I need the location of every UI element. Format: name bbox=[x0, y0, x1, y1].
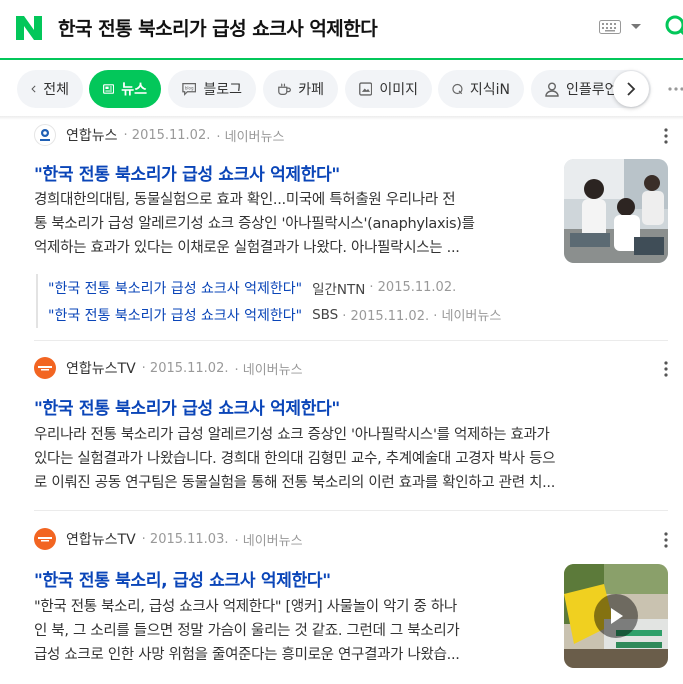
desc-line: 우리나라 전통 북소리가 급성 알레르기성 쇼크 증상인 '아나필락시스'를 억… bbox=[34, 427, 550, 443]
news-description[interactable]: "한국 전통 북소리, 급성 쇼크사 억제한다" [앵커] 사물놀이 악기 중 … bbox=[34, 595, 554, 667]
blog-icon: blog bbox=[182, 82, 197, 96]
more-options-icon[interactable] bbox=[664, 128, 668, 144]
kin-icon bbox=[452, 83, 463, 95]
source-logo-icon[interactable] bbox=[34, 124, 56, 146]
news-source-row: 연합뉴스TV · 2015.11.02. · 네이버뉴스 bbox=[34, 357, 303, 379]
related-meta: · 2015.11.02. bbox=[369, 280, 457, 295]
tab-news[interactable]: 뉴스 bbox=[89, 70, 161, 108]
naver-logo-icon[interactable] bbox=[16, 16, 42, 40]
person-icon bbox=[545, 82, 559, 97]
desc-line: 급성 쇼크로 인한 사망 위험을 줄여준다는 흥미로운 연구결과가 나왔습... bbox=[34, 647, 460, 663]
source-name[interactable]: 연합뉴스 bbox=[66, 125, 118, 145]
tabs-bottom-shadow bbox=[0, 116, 683, 120]
more-horizontal-icon[interactable] bbox=[667, 85, 683, 93]
news-title-link[interactable]: "한국 전통 북소리, 급성 쇼크사 억제한다" bbox=[34, 566, 331, 591]
news-source-row: 연합뉴스TV · 2015.11.03. · 네이버뉴스 bbox=[34, 528, 303, 550]
more-options-icon[interactable] bbox=[664, 361, 668, 377]
search-tabs: 전체 뉴스 blog 블로그 카페 이미지 지식iN 인플루언 bbox=[0, 70, 683, 110]
dropdown-caret-icon[interactable] bbox=[630, 23, 642, 31]
search-header: 한국 전통 북소리가 급성 쇼크사 억제한다 bbox=[0, 0, 683, 58]
related-source[interactable]: 일간NTN bbox=[312, 278, 365, 298]
image-icon bbox=[359, 82, 373, 96]
related-title-link[interactable]: "한국 전통 북소리가 급성 쇼크사 억제한다" bbox=[48, 278, 302, 298]
keyboard-icon[interactable] bbox=[599, 20, 621, 34]
publish-date: · 2015.11.02. bbox=[141, 360, 229, 376]
desc-line: 통 북소리가 급성 알레르기성 쇼크 증상인 '아나필락시스'(anaphyla… bbox=[34, 216, 475, 232]
header-divider bbox=[0, 58, 683, 60]
news-source-row: 연합뉴스 · 2015.11.02. · 네이버뉴스 bbox=[34, 124, 284, 146]
related-article-row: "한국 전통 북소리가 급성 쇼크사 억제한다" 일간NTN · 2015.11… bbox=[48, 274, 501, 301]
publish-date: · 2015.11.02. bbox=[123, 127, 211, 143]
play-icon[interactable] bbox=[594, 594, 638, 638]
source-name[interactable]: 연합뉴스TV bbox=[66, 529, 136, 549]
search-query-text[interactable]: 한국 전통 북소리가 급성 쇼크사 억제한다 bbox=[58, 14, 378, 41]
naver-news-link[interactable]: · 네이버뉴스 bbox=[216, 126, 284, 145]
svg-text:blog: blog bbox=[185, 85, 194, 90]
tab-blog[interactable]: blog 블로그 bbox=[168, 70, 256, 108]
tab-images[interactable]: 이미지 bbox=[345, 70, 432, 108]
source-logo-icon[interactable] bbox=[34, 528, 56, 550]
related-articles: "한국 전통 북소리가 급성 쇼크사 억제한다" 일간NTN · 2015.11… bbox=[36, 274, 501, 328]
chevron-left-icon bbox=[31, 85, 36, 93]
tab-all[interactable]: 전체 bbox=[17, 70, 83, 108]
publish-date: · 2015.11.03. bbox=[141, 531, 229, 547]
source-name[interactable]: 연합뉴스TV bbox=[66, 358, 136, 378]
tab-cafe[interactable]: 카페 bbox=[263, 70, 338, 108]
cafe-icon bbox=[278, 83, 291, 95]
desc-line: 인 북, 그 소리를 들으면 정말 가슴이 울리는 것 같죠. 그런데 그 북소… bbox=[34, 623, 460, 639]
chevron-right-icon bbox=[627, 82, 636, 96]
item-divider bbox=[34, 340, 668, 341]
desc-line: 있다는 실험결과가 나왔습니다. 경희대 한의대 김형민 교수, 추계예술대 고… bbox=[34, 451, 556, 467]
news-description[interactable]: 우리나라 전통 북소리가 급성 알레르기성 쇼크 증상인 '아나필락시스'를 억… bbox=[34, 423, 664, 495]
naver-news-link[interactable]: · 네이버뉴스 bbox=[235, 359, 303, 378]
related-meta: · 2015.11.02. · 네이버뉴스 bbox=[342, 309, 502, 324]
news-video-thumbnail[interactable] bbox=[564, 564, 668, 668]
source-logo-icon[interactable] bbox=[34, 357, 56, 379]
tab-kin[interactable]: 지식iN bbox=[438, 70, 524, 108]
more-options-icon[interactable] bbox=[664, 532, 668, 548]
related-title-link[interactable]: "한국 전통 북소리가 급성 쇼크사 억제한다" bbox=[48, 305, 302, 325]
desc-line: "한국 전통 북소리, 급성 쇼크사 억제한다" [앵커] 사물놀이 악기 중 … bbox=[34, 599, 457, 615]
news-description[interactable]: 경희대한의대팀, 동물실험으로 효과 확인...미국에 특허출원 우리나라 전 … bbox=[34, 188, 554, 260]
news-icon bbox=[103, 84, 115, 94]
news-title-link[interactable]: "한국 전통 북소리가 급성 쇼크사 억제한다" bbox=[34, 160, 340, 185]
item-divider bbox=[34, 510, 668, 511]
news-title-link[interactable]: "한국 전통 북소리가 급성 쇼크사 억제한다" bbox=[34, 394, 340, 419]
desc-line: 경희대한의대팀, 동물실험으로 효과 확인...미국에 특허출원 우리나라 전 bbox=[34, 192, 456, 208]
search-icon[interactable] bbox=[664, 14, 683, 38]
related-article-row: "한국 전통 북소리가 급성 쇼크사 억제한다" SBS · 2015.11.0… bbox=[48, 301, 501, 328]
desc-line: 억제하는 효과가 있다는 이채로운 실험결과가 나왔다. 아나필락시스는 ... bbox=[34, 240, 460, 256]
related-source[interactable]: SBS bbox=[312, 307, 338, 323]
news-thumbnail[interactable] bbox=[564, 159, 668, 263]
desc-line: 로 이뤄진 공동 연구팀은 동물실험을 통해 전통 북소리의 이런 효과를 확인… bbox=[34, 475, 556, 491]
naver-news-link[interactable]: · 네이버뉴스 bbox=[235, 530, 303, 549]
tabs-next-button[interactable] bbox=[613, 71, 649, 107]
